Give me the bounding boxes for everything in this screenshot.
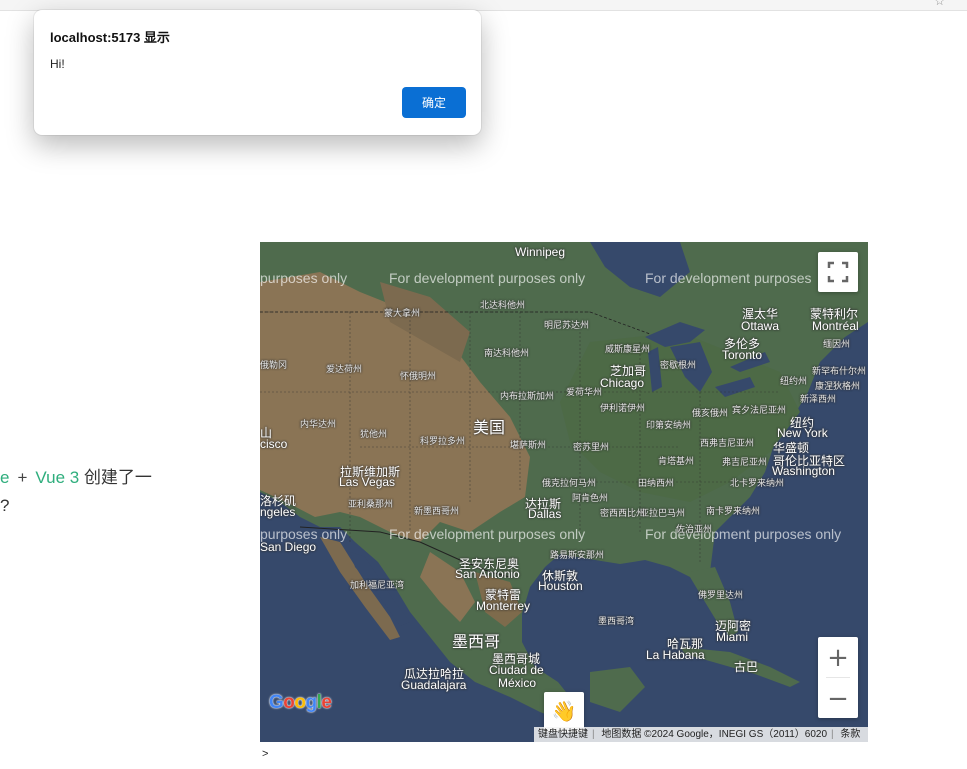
map-label-state: 弗吉尼亚州	[722, 457, 768, 467]
intro-line-1-tail: 创建了一	[83, 468, 152, 487]
map-label-usa: 美国	[473, 420, 506, 437]
map-label-state: 俄亥俄州	[692, 408, 729, 418]
intro-text: e + Vue 3 创建了一 ?	[0, 464, 152, 520]
map-label-state: 怀俄明州	[400, 371, 437, 381]
keyboard-shortcuts-link[interactable]: 键盘快捷键	[538, 729, 588, 740]
map-label-state: 北卡罗来纳州	[730, 478, 785, 488]
map-label-state: 爱达荷州	[326, 364, 363, 374]
map-label-losangeles: ngeles	[260, 505, 296, 519]
map-label-houston: Houston	[538, 579, 583, 593]
map-label-state: 爱荷华州	[566, 387, 603, 397]
map-label-state: 南卡罗来纳州	[706, 506, 761, 516]
map-label-state: 伊利诺伊州	[600, 403, 646, 413]
map-label-sandiego: San Diego	[260, 540, 317, 554]
map-label-mexico: 墨西哥	[452, 634, 501, 651]
map-label-winnipeg: Winnipeg	[515, 245, 566, 259]
plus-sign: +	[17, 468, 28, 487]
map-label-state: 康涅狄格州	[815, 381, 861, 391]
map-label-miami: Miami	[716, 630, 748, 644]
watermark: For development purposes	[645, 270, 812, 286]
map-label-guadalajara: Guadalajara	[401, 678, 467, 692]
alert-ok-button[interactable]: 确定	[402, 87, 466, 118]
map-label-state: 密苏里州	[573, 442, 610, 452]
map-label-ottawa: Ottawa	[741, 319, 780, 333]
map-label-state: 路易斯安那州	[550, 550, 605, 560]
map-label-lasvegas: Las Vegas	[339, 475, 396, 489]
map-label-havana: La Habana	[646, 648, 705, 662]
map-label-state: 堪萨斯州	[510, 440, 547, 450]
watermark: For development purposes only	[645, 526, 842, 542]
map-label-state: 西弗吉尼亚州	[700, 438, 755, 448]
map-label-state: 肯塔基州	[658, 456, 695, 466]
map-label-state: 俄勒冈	[260, 360, 288, 370]
google-map[interactable]: purposes only For development purposes o…	[260, 242, 868, 742]
map-label-state: 亚拉巴马州	[640, 508, 686, 518]
map-label-state: 内华达州	[300, 419, 337, 429]
map-label-state: 蒙大拿州	[384, 308, 421, 318]
map-label-sanantonio: San Antonio	[455, 567, 520, 581]
map-label-toronto: Toronto	[722, 348, 763, 362]
map-label-newyork: New York	[777, 426, 828, 440]
map-label-state: 宾夕法尼亚州	[732, 405, 787, 415]
below-map-text: >	[262, 748, 269, 760]
alert-message: Hi!	[50, 57, 65, 71]
zoom-out-button[interactable]: −	[818, 678, 858, 718]
alert-title: localhost:5173 显示	[50, 30, 170, 45]
map-label-gulf-ca: 加利福尼亚湾	[350, 580, 405, 590]
attribution-separator: |	[831, 729, 834, 740]
map-label-state: 明尼苏达州	[544, 320, 590, 330]
watermark: For development purposes only	[389, 526, 586, 542]
google-logo: Google	[269, 692, 332, 713]
map-label-monterrey: Monterrey	[476, 599, 531, 613]
map-label-state: 俄克拉何马州	[542, 478, 597, 488]
map-label-gulf: 墨西哥湾	[598, 616, 635, 626]
terms-link[interactable]: 条款	[840, 729, 860, 740]
map-label-state: 北达科他州	[480, 300, 526, 310]
pegman-icon[interactable]: 👋	[544, 692, 584, 732]
map-label-chicago: Chicago	[600, 376, 645, 390]
vite-link-partial[interactable]: e	[0, 468, 9, 487]
map-label-dallas: Dallas	[528, 507, 562, 521]
map-label-state: 科罗拉多州	[420, 436, 466, 446]
watermark: For development purposes only	[389, 270, 586, 286]
map-data-text: 地图数据 ©2024 Google，INEGI GS（2011）6020	[601, 729, 828, 740]
attribution-separator: |	[592, 729, 595, 740]
map-label-mexicocity2: México	[498, 676, 537, 690]
map-label-state: 田纳西州	[638, 478, 675, 488]
map-label-state: 印第安纳州	[646, 420, 692, 430]
map-label-state: 密歇根州	[660, 360, 697, 370]
map-label-state: 亚利桑那州	[348, 499, 394, 509]
fullscreen-button[interactable]	[818, 252, 858, 292]
map-attribution: 键盘快捷键 | 地图数据 ©2024 Google，INEGI GS（2011）6…	[534, 727, 868, 742]
alert-dialog: localhost:5173 显示 Hi! 确定	[34, 10, 481, 135]
map-label-state: 新墨西哥州	[414, 506, 460, 516]
map-label-state: 威斯康星州	[605, 344, 651, 354]
intro-line-1: e + Vue 3 创建了一	[0, 464, 152, 492]
vue-link[interactable]: Vue 3	[35, 468, 79, 487]
map-label-state: 犹他州	[360, 429, 388, 439]
map-label-mexicocity1: Ciudad de	[489, 663, 544, 677]
fullscreen-icon	[827, 261, 849, 283]
map-label-state: 南达科他州	[484, 348, 530, 358]
map-label-state: 佛罗里达州	[698, 590, 744, 600]
map-label-cuba: 古巴	[734, 660, 759, 674]
intro-line-2: ?	[0, 496, 10, 515]
map-label-sf: cisco	[260, 437, 288, 451]
map-label-montreal: Montréal	[812, 319, 859, 333]
star-icon[interactable]: ☆	[934, 0, 945, 8]
map-label-state: 新罕布什尔州	[812, 366, 867, 376]
map-label-state: 密西西比州	[600, 508, 646, 518]
map-label-state: 佐治亚州	[676, 524, 713, 534]
zoom-controls: + −	[818, 637, 858, 718]
watermark: purposes only	[260, 270, 348, 286]
zoom-in-button[interactable]: +	[818, 637, 858, 677]
map-label-state: 阿肯色州	[572, 493, 609, 503]
map-label-state: 纽约州	[780, 376, 808, 386]
map-label-state: 新泽西州	[800, 394, 837, 404]
map-label-state: 内布拉斯加州	[500, 391, 555, 401]
map-label-state: 缅因州	[823, 339, 851, 349]
